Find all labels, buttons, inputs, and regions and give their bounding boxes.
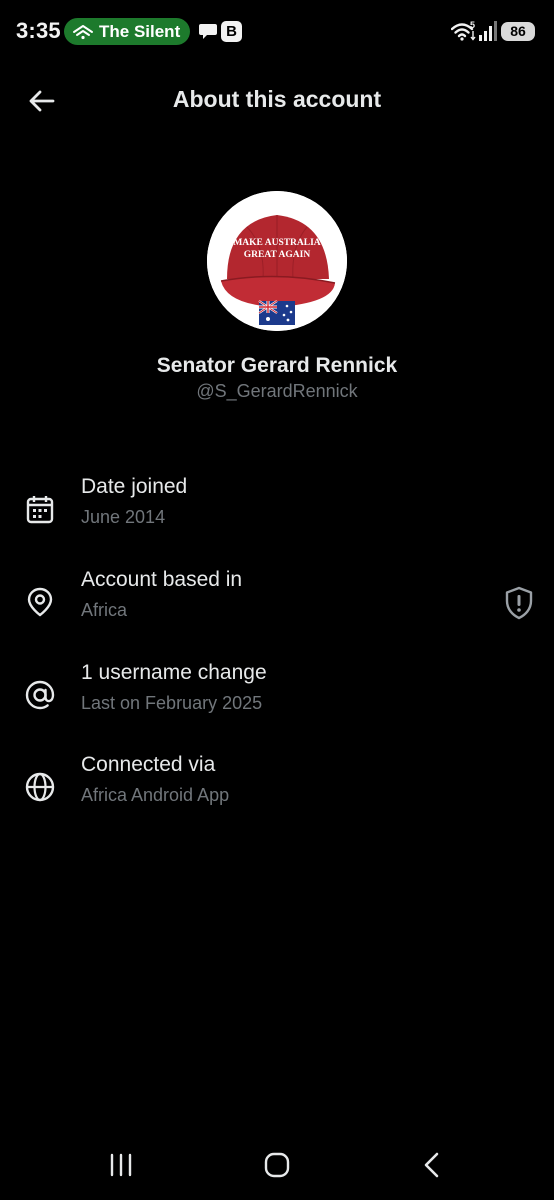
location-pin-icon (27, 587, 53, 617)
info-date-joined: Date joined June 2014 (0, 475, 554, 547)
b-app-icon: B (221, 21, 242, 42)
globe-icon (25, 772, 55, 802)
cap-text-line2: GREAT AGAIN (244, 250, 311, 260)
about-account-screen: 3:35 The Silent B 5 86 About this accoun… (0, 0, 554, 1200)
wifi-band-label: 5 (470, 20, 475, 30)
back-chevron-icon (424, 1152, 439, 1178)
info-title: Account based in (81, 568, 243, 591)
avatar[interactable]: MAKE AUSTRALIA GREAT AGAIN (207, 191, 347, 331)
info-title: Connected via (81, 753, 216, 776)
recent-apps-button[interactable] (101, 1148, 141, 1182)
at-sign-icon (25, 680, 55, 710)
australian-flag-patch (258, 300, 295, 325)
info-connected-via: Connected via Africa Android App (0, 753, 554, 825)
info-subtitle: Africa Android App (81, 785, 230, 805)
status-time: 3:35 (16, 18, 61, 43)
podcast-wave-icon (73, 24, 93, 39)
page-title: About this account (172, 86, 382, 112)
system-nav-bar (0, 1130, 554, 1200)
maga-style-cap-image: MAKE AUSTRALIA GREAT AGAIN (207, 191, 347, 331)
profile-handle: @S_GerardRennick (196, 381, 358, 401)
info-title: 1 username change (81, 661, 267, 684)
wifi-icon: 5 (451, 20, 476, 41)
app-header: About this account (0, 64, 554, 136)
info-username-change: 1 username change Last on February 2025 (0, 661, 554, 733)
recent-apps-icon (110, 1153, 132, 1177)
info-account-based-in: Account based in Africa (0, 568, 554, 640)
profile-name: Senator Gerard Rennick (156, 354, 398, 377)
info-subtitle: June 2014 (81, 507, 166, 527)
media-pill-label: The Silent (99, 21, 181, 41)
info-subtitle: Last on February 2025 (81, 693, 263, 713)
media-pill[interactable]: The Silent (64, 18, 190, 45)
cap-text-line1: MAKE AUSTRALIA (233, 238, 320, 248)
chat-bubble-icon (199, 24, 217, 39)
home-button[interactable] (257, 1148, 297, 1182)
system-back-button[interactable] (412, 1148, 452, 1182)
calendar-icon (26, 496, 54, 524)
shield-alert-icon[interactable] (503, 586, 535, 620)
info-title: Date joined (81, 475, 188, 498)
home-icon (264, 1152, 290, 1178)
battery-indicator: 86 (501, 22, 535, 41)
status-bar: 3:35 The Silent B 5 86 (0, 0, 554, 64)
info-subtitle: Africa (81, 600, 128, 620)
signal-icon (479, 21, 497, 41)
